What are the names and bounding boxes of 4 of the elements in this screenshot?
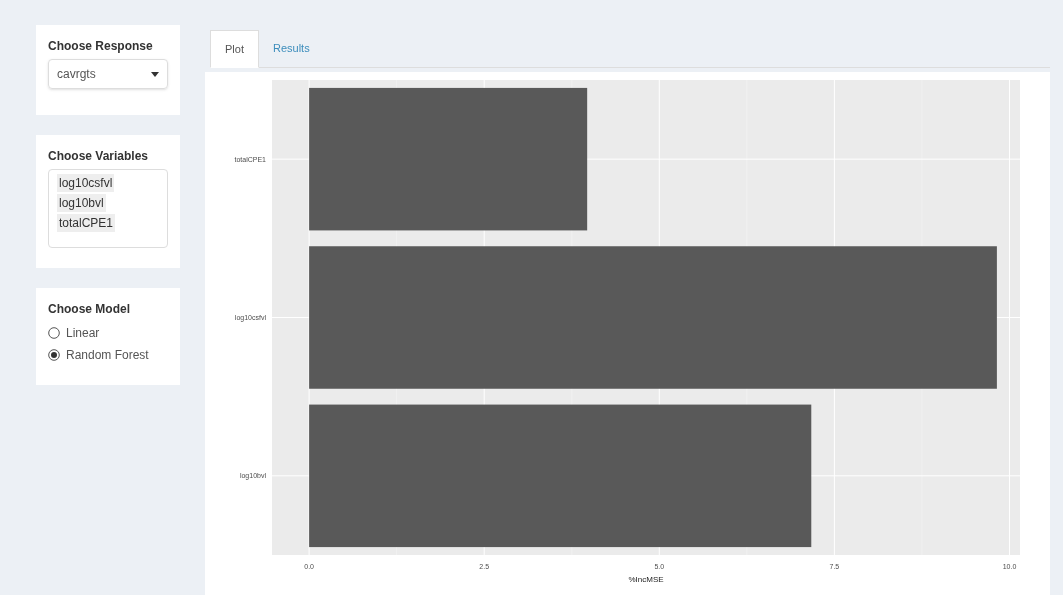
variables-label: Choose Variables (48, 148, 150, 165)
response-label: Choose Response (48, 38, 154, 55)
x-axis-title: %IncMSE (628, 575, 664, 584)
model-label: Choose Model (48, 301, 131, 318)
